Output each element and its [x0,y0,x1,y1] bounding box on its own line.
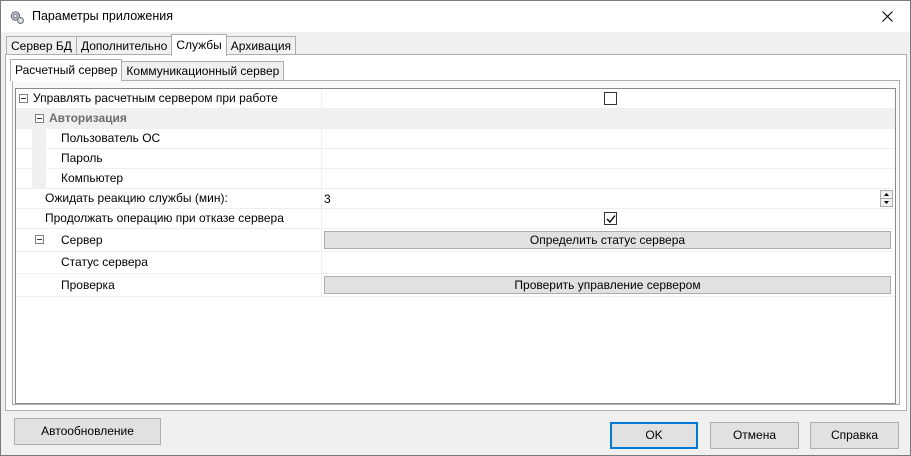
help-button[interactable]: Справка [810,422,899,449]
tab-db-server[interactable]: Сервер БД [6,36,77,55]
continue-on-fail-checkbox[interactable] [604,212,617,225]
close-icon [881,11,893,22]
outer-tab-strip: Сервер БД Дополнительно Службы Архивация [6,34,297,56]
computer-value[interactable] [322,169,895,188]
tab-services[interactable]: Службы [171,34,227,56]
ok-button[interactable]: OK [610,422,698,449]
grid-row-check: Проверка Проверить управление сервером [16,274,895,297]
wait-response-spinner[interactable] [880,190,893,207]
dialog-window: Параметры приложения Сервер БД Дополните… [0,0,911,456]
grid-row-computer[interactable]: Компьютер [16,169,895,189]
grid-cell-value [322,89,895,108]
cancel-button[interactable]: Отмена [710,422,799,449]
grid-row-password[interactable]: Пароль [16,149,895,169]
spin-down-icon[interactable] [881,199,892,206]
manage-server-label: Управлять расчетным сервером при работе [33,91,278,105]
tab-additional[interactable]: Дополнительно [75,36,173,55]
check-server-status-button[interactable]: Определить статус сервера [324,231,891,249]
window-title: Параметры приложения [32,9,174,23]
spin-up-icon[interactable] [881,191,892,199]
grid-category-authorization: Авторизация [16,109,895,129]
grid-cell-name: Проверка [16,274,322,296]
grid-cell-name: Пароль [16,149,322,168]
grid-cell-name: Управлять расчетным сервером при работе [16,89,322,108]
grid-cell-name: Авторизация [16,109,895,128]
grid-cell-name: Статус сервера [16,252,322,273]
check-label: Проверка [61,278,115,292]
tab-comm-server[interactable]: Коммуникационный сервер [121,61,285,80]
os-user-value[interactable] [322,129,895,148]
tab-archiving[interactable]: Архивация [225,36,297,55]
grid-row-os-user[interactable]: Пользователь ОС [16,129,895,149]
continue-on-fail-label: Продолжать операцию при отказе сервера [45,211,284,225]
wait-response-label: Ожидать реакцию службы (мин): [45,191,228,205]
checkmark-icon [606,215,616,224]
grid-cell-name: Продолжать операцию при отказе сервера [16,209,322,228]
wait-response-input[interactable]: 3 [324,192,331,206]
inner-tab-strip: Расчетный сервер Коммуникационный сервер [10,59,285,81]
grid-cell-value: Определить статус сервера [322,229,895,251]
server-status-value [322,252,895,273]
services-tab-panel: Расчетный сервер Коммуникационный сервер… [5,54,907,411]
property-grid: Управлять расчетным сервером при работе … [15,88,896,404]
calc-server-panel: Управлять расчетным сервером при работе … [12,80,900,405]
grid-cell-value [322,209,895,228]
grid-row-server-status: Статус сервера [16,252,895,274]
grid-row-manage-server: Управлять расчетным сервером при работе [16,89,895,109]
collapse-icon[interactable] [35,114,44,123]
grid-row-continue-on-fail: Продолжать операцию при отказе сервера [16,209,895,229]
grid-cell-value: Проверить управление сервером [322,274,895,296]
manage-server-checkbox[interactable] [604,92,617,105]
server-status-label: Статус сервера [61,255,148,269]
check-server-control-button[interactable]: Проверить управление сервером [324,276,891,294]
grid-cell-name: Сервер [16,229,322,251]
app-gear-icon [9,9,25,25]
auto-update-button[interactable]: Автообновление [14,418,161,445]
password-value[interactable] [322,149,895,168]
grid-cell-name: Пользователь ОС [16,129,322,148]
os-user-label: Пользователь ОС [61,131,161,145]
wait-response-value[interactable]: 3 [322,189,895,208]
close-button[interactable] [864,1,910,32]
collapse-icon[interactable] [19,94,28,103]
grid-cell-name: Ожидать реакцию службы (мин): [16,189,322,208]
grid-row-server: Сервер Определить статус сервера [16,229,895,252]
title-bar: Параметры приложения [1,1,910,32]
collapse-icon[interactable] [35,235,44,244]
tab-calc-server[interactable]: Расчетный сервер [10,59,123,81]
grid-cell-name: Компьютер [16,169,322,188]
grid-row-wait-response: Ожидать реакцию службы (мин): 3 [16,189,895,209]
server-group-label: Сервер [61,233,103,247]
authorization-category-label: Авторизация [49,111,127,125]
computer-label: Компьютер [61,171,124,185]
password-label: Пароль [61,151,103,165]
